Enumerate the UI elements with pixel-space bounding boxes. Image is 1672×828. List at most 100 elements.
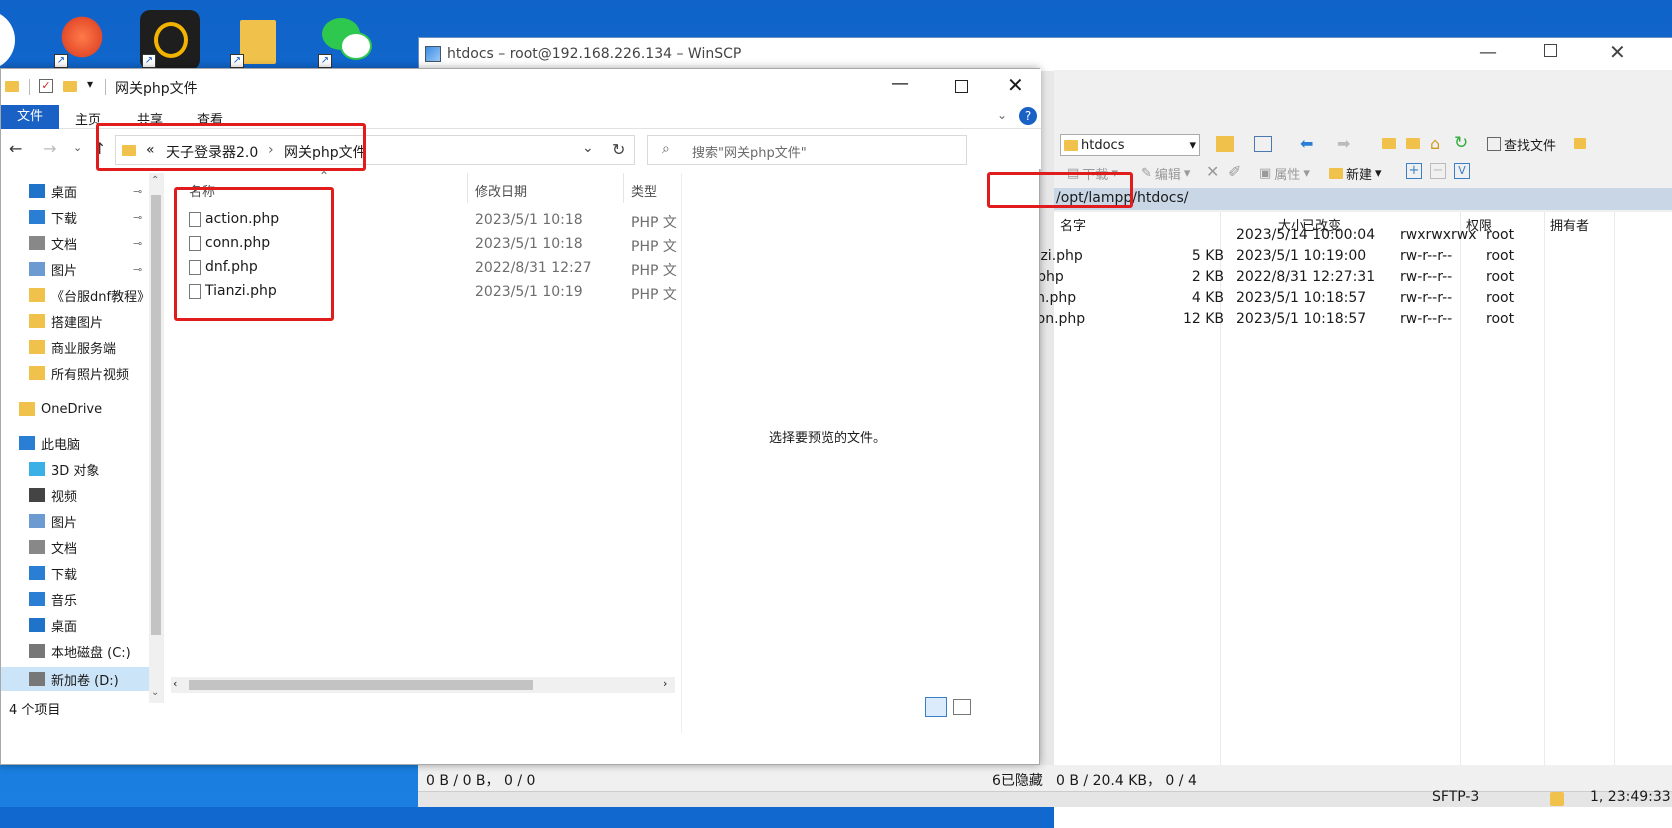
music-icon [29,592,45,606]
desktop-icon [29,618,45,632]
pin-icon: ⊸ [133,262,143,276]
remote-file-modified: 2022/8/31 12:27:31 [1236,269,1376,285]
nav-item[interactable]: 搭建图片 [1,309,161,333]
folder-icon [1064,139,1078,151]
close-button[interactable]: ✕ [1609,40,1626,64]
open-folder-icon[interactable] [1216,136,1234,152]
tab-file[interactable]: 文件 [1,105,59,129]
nav-item[interactable]: 所有照片视频 [1,361,161,385]
new-button[interactable]: 新建 ▾ [1326,162,1385,184]
quick-access-dropdown-icon[interactable]: ▾ [87,77,93,91]
maximize-button[interactable] [1544,44,1557,57]
minimize-button[interactable]: — [891,73,909,94]
folder-icon [29,366,45,380]
remote-file-row[interactable]: ..2023/5/14 10:00:04rwxrwxrwxroot [996,227,1606,249]
search-box[interactable]: ⌕ 搜索"网关php文件" [647,135,967,165]
remote-file-owner: root [1486,311,1515,327]
video-icon [29,488,45,502]
rename-icon[interactable]: ✐ [1228,162,1241,181]
minimize-button[interactable]: — [1479,42,1497,63]
chevron-down-icon[interactable]: ⌄ [582,140,594,156]
local-status: 0 B / 0 B， 0 / 0 [426,773,536,789]
desktop-shortcut-2-icon[interactable]: ↗ [52,10,112,70]
nav-item[interactable]: 图片 [1,509,161,533]
remote-dir-dropdown[interactable]: htdocs ▾ [1060,134,1200,156]
nav-item[interactable]: 文档 [1,535,161,559]
nav-item[interactable]: 图片 ⊸ [1,257,161,281]
nav-item-label: 下载 [51,211,78,227]
nav-item[interactable]: 商业服务端 [1,335,161,359]
refresh-icon[interactable]: ↻ [1454,133,1468,153]
nav-item[interactable]: 视频 [1,483,161,507]
root-folder-icon[interactable] [1406,136,1420,151]
col-modified-header[interactable]: 修改日期 [475,181,527,200]
col-type-header[interactable]: 类型 [631,181,657,200]
remote-file-row[interactable]: Tianzi.php 5 KB 2023/5/1 10:19:00 rw-r--r--… [996,248,1606,270]
file-list-hscrollbar[interactable]: ‹ › [171,677,675,693]
forward-arrow-icon[interactable]: ➡ [1337,134,1350,153]
nav-scrollbar[interactable]: ⌃ ⌄ [149,173,163,703]
back-arrow-icon[interactable]: ⬅ [1300,134,1313,153]
nav-item[interactable]: OneDrive [1,397,161,421]
properties-button[interactable]: ▣ 属性 ▾ [1256,162,1313,184]
details-view-icon[interactable] [925,697,947,717]
nav-item[interactable]: 桌面 [1,613,161,637]
edit-button[interactable]: ✎ 编辑 ▾ [1138,162,1193,184]
nav-item-label: 此电脑 [41,437,81,453]
help-icon[interactable]: ? [1019,107,1037,125]
desktop-wechat-icon[interactable]: ↗ [316,10,376,70]
remote-file-modified: 2023/5/1 10:18:57 [1236,290,1367,306]
delete-icon[interactable]: ✕ [1206,162,1219,181]
refresh-icon[interactable]: ↻ [612,140,625,159]
remote-file-row[interactable]: conn.php 4 KB 2023/5/1 10:18:57 rw-r--r-- ro… [996,290,1606,312]
select-icon[interactable]: V [1454,163,1470,179]
chevron-down-icon[interactable]: ⌄ [997,108,1007,122]
nav-item[interactable]: 下载 ⊸ [1,205,161,229]
remote-file-row[interactable]: action.php 12 KB 2023/5/1 10:18:57 rw-r--r-… [996,311,1606,333]
home-icon[interactable]: ⌂ [1430,134,1440,153]
add-icon[interactable]: + [1406,163,1422,179]
properties-quick-icon[interactable]: ✓ [39,79,53,93]
desktop-icon [29,184,45,198]
new-folder-quick-icon[interactable] [63,81,77,92]
parent-folder-icon[interactable] [1382,136,1396,151]
nav-item[interactable]: 音乐 [1,587,161,611]
document-icon [29,540,45,554]
tree-icon[interactable] [1574,136,1586,151]
remote-file-perm: rwxrwxrwx [1400,227,1477,243]
navigation-pane: 桌面 ⊸ 下载 ⊸ 文档 ⊸ 图片 ⊸ 《台服dnf教程》 搭建图片 商业服务端 所有照片视频 OneD… [1,173,165,703]
file-type: PHP 文 [631,239,677,255]
back-arrow-icon[interactable]: ← [9,139,22,158]
close-button[interactable]: ✕ [1007,73,1024,97]
nav-item[interactable]: 3D 对象 [1,457,161,481]
nav-item[interactable]: 新加卷 (D:) [1,667,161,691]
winscp-title: htdocs – root@192.168.226.134 – WinSCP [447,46,742,62]
remove-icon[interactable]: − [1430,163,1446,179]
folder-icon [29,288,45,302]
desktop-shortcut-3-icon[interactable]: ↗ [140,10,200,70]
filter-icon[interactable] [1254,136,1272,152]
nav-item-label: 文档 [51,237,78,253]
shortcut-arrow-icon: ↗ [142,54,156,68]
item-count: 4 个项目 [9,703,61,718]
desktop-folder-icon[interactable]: ↗ [228,10,288,70]
nav-item[interactable]: 此电脑 [1,431,161,455]
find-files-button[interactable]: 查找文件 [1484,133,1559,155]
nav-item-label: 新加卷 (D:) [51,673,119,689]
nav-item[interactable]: 《台服dnf教程》 [1,283,161,307]
document-icon [29,236,45,250]
remote-file-modified: 2023/5/1 10:18:57 [1236,311,1367,327]
large-icons-view-icon[interactable] [953,699,971,715]
remote-path-bar[interactable]: /opt/lampp/htdocs/ [1054,188,1672,210]
recent-dropdown-icon[interactable]: ⌄ [73,141,82,154]
nav-item[interactable]: 下载 [1,561,161,585]
nav-item-label: 商业服务端 [51,341,117,357]
nav-item[interactable]: 文档 ⊸ [1,231,161,255]
winscp-titlebar: htdocs – root@192.168.226.134 – WinSCP —… [419,38,1672,71]
nav-item[interactable]: 桌面 ⊸ [1,179,161,203]
nav-item[interactable]: 本地磁盘 (C:) [1,639,161,663]
maximize-button[interactable] [955,80,968,93]
forward-arrow-icon[interactable]: → [43,139,56,158]
remote-file-row[interactable]: dnf.php2 KB2022/8/31 12:27:31rw-r--r--ro… [996,269,1606,291]
highlight-breadcrumb [96,123,366,171]
